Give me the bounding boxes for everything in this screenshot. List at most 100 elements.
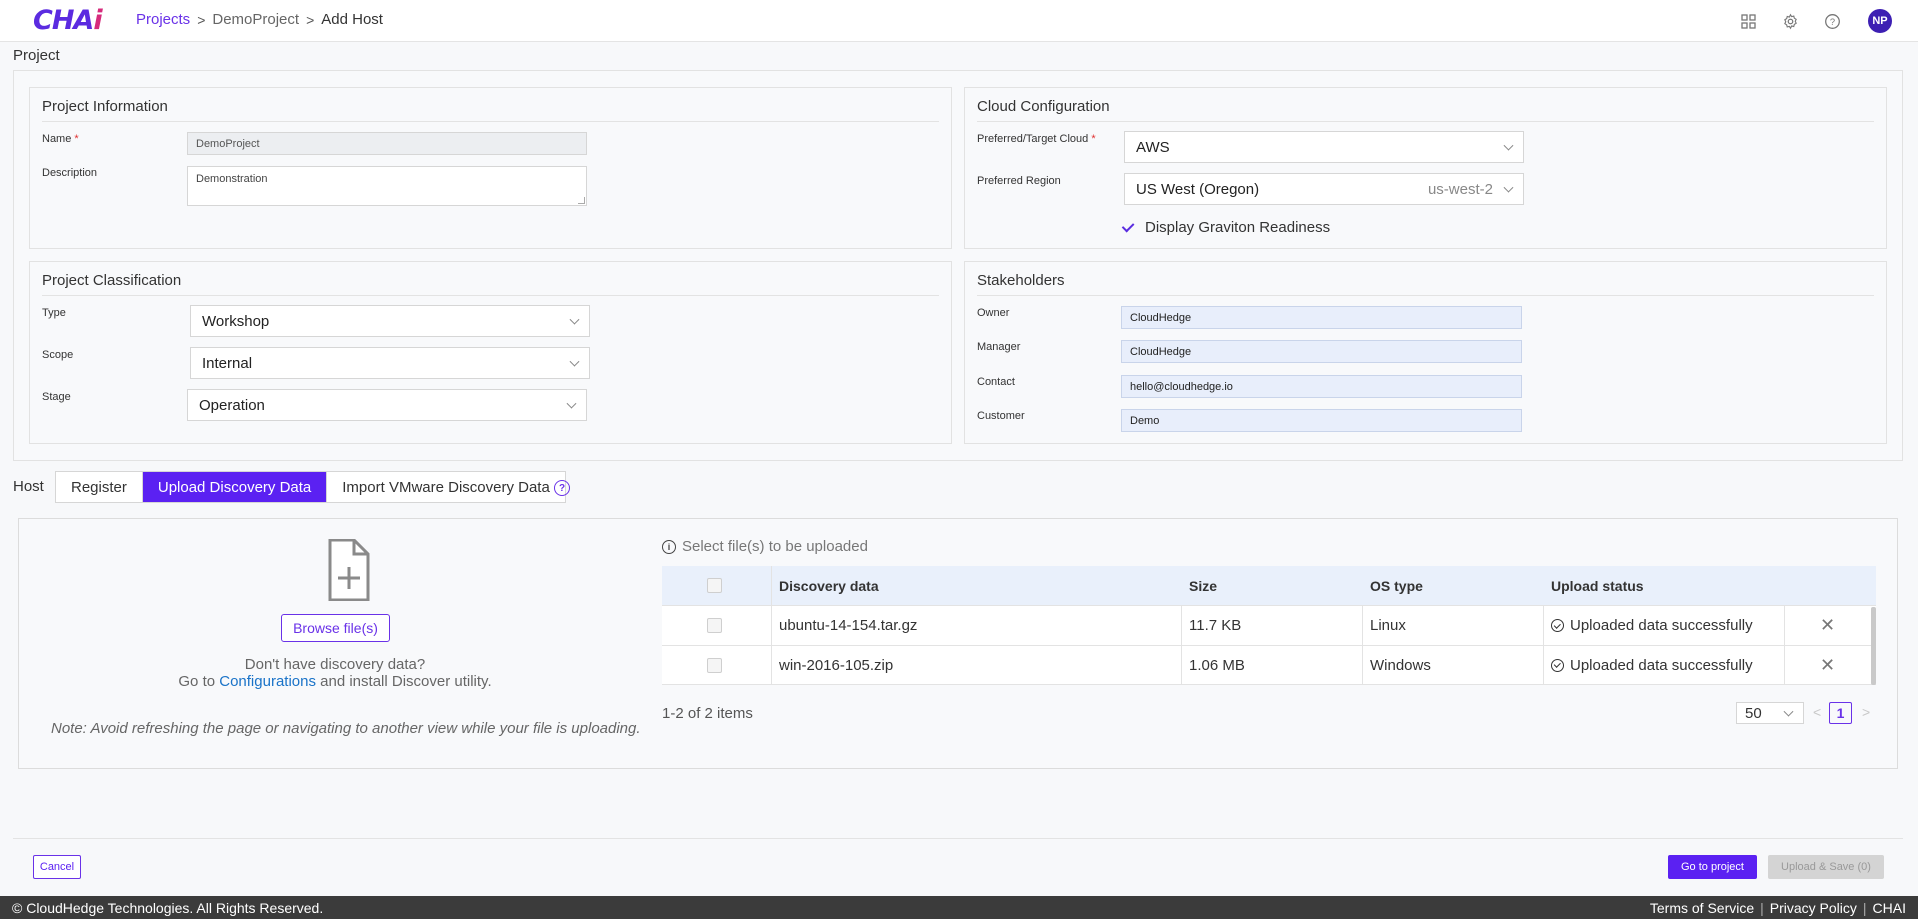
description-field[interactable]: Demonstration: [187, 166, 587, 206]
select-all-checkbox[interactable]: [707, 566, 722, 605]
chevron-down-icon: [569, 314, 580, 325]
cancel-button[interactable]: Cancel: [33, 855, 81, 879]
row-checkbox[interactable]: [707, 646, 722, 684]
divider: [13, 838, 1903, 839]
region-select[interactable]: US West (Oregon) us-west-2: [1124, 173, 1524, 205]
graviton-readiness-toggle[interactable]: Display Graviton Readiness: [1121, 219, 1331, 236]
table-row: ubuntu-14-154.tar.gz 11.7 KB Linux Uploa…: [662, 606, 1876, 646]
page-number[interactable]: 1: [1829, 702, 1852, 724]
file-name: ubuntu-14-154.tar.gz: [779, 617, 918, 634]
breadcrumb-separator: >: [306, 11, 315, 28]
column-size[interactable]: Size: [1189, 566, 1217, 605]
avatar[interactable]: NP: [1868, 9, 1892, 33]
type-select[interactable]: Workshop: [190, 305, 590, 337]
region-label: Preferred Region: [977, 175, 1061, 187]
table-row: win-2016-105.zip 1.06 MB Windows Uploade…: [662, 646, 1876, 685]
panel-title: Project Classification: [42, 272, 182, 289]
divider: [977, 121, 1874, 122]
file-add-icon: [292, 538, 398, 604]
stage-select[interactable]: Operation: [187, 389, 587, 421]
region-code: us-west-2: [1427, 180, 1493, 198]
go-to-project-button[interactable]: Go to project: [1668, 855, 1757, 879]
chai-logo[interactable]: CHAi: [33, 5, 103, 36]
host-label: Host: [13, 478, 44, 495]
resize-handle-icon[interactable]: [578, 197, 585, 204]
column-os-type[interactable]: OS type: [1370, 566, 1423, 605]
table-scrollbar[interactable]: [1871, 607, 1876, 685]
table-header: Discovery data Size OS type Upload statu…: [662, 566, 1876, 606]
items-count: 1-2 of 2 items: [662, 705, 753, 722]
chevron-down-icon: [1783, 706, 1794, 717]
customer-label: Customer: [977, 410, 1025, 422]
help-icon[interactable]: ?: [1824, 13, 1841, 30]
prev-page-button[interactable]: <: [1813, 704, 1821, 720]
configurations-link[interactable]: Configurations: [219, 673, 316, 690]
os-type: Windows: [1370, 656, 1431, 674]
graviton-label: Display Graviton Readiness: [1145, 219, 1331, 236]
breadcrumb-project[interactable]: DemoProject: [212, 11, 299, 28]
remove-file-button[interactable]: ✕: [1820, 646, 1835, 684]
tab-register[interactable]: Register: [56, 472, 143, 502]
upload-status: Uploaded data successfully: [1551, 646, 1753, 684]
terms-link[interactable]: Terms of Service: [1650, 900, 1754, 916]
gear-icon[interactable]: [1782, 13, 1799, 30]
breadcrumb: Projects > DemoProject > Add Host: [136, 11, 383, 28]
upload-note: Note: Avoid refreshing the page or navig…: [51, 720, 641, 737]
manager-field[interactable]: CloudHedge: [1121, 340, 1522, 363]
info-icon: i: [662, 539, 676, 554]
cloud-configuration-panel: Cloud Configuration: [964, 87, 1887, 249]
checkmark-icon: [1121, 219, 1135, 233]
file-size: 1.06 MB: [1189, 656, 1245, 674]
configurations-hint: Go to Configurations and install Discove…: [178, 673, 492, 690]
scope-select[interactable]: Internal: [190, 347, 590, 379]
panel-title: Cloud Configuration: [977, 98, 1110, 115]
tab-upload-discovery-data[interactable]: Upload Discovery Data: [142, 472, 328, 502]
tab-import-vmware-discovery-data[interactable]: Import VMware Discovery Data: [327, 472, 565, 502]
row-checkbox[interactable]: [707, 606, 722, 645]
upload-status: Uploaded data successfully: [1551, 606, 1753, 645]
type-label: Type: [42, 307, 66, 319]
column-upload-status[interactable]: Upload status: [1551, 566, 1644, 605]
footer-links: Terms of Service | Privacy Policy | CHAI: [1649, 900, 1906, 916]
grid-icon[interactable]: [1740, 13, 1757, 30]
breadcrumb-separator: >: [197, 11, 206, 28]
name-field: DemoProject: [187, 132, 587, 155]
contact-label: Contact: [977, 376, 1015, 388]
browse-files-button[interactable]: Browse file(s): [281, 614, 390, 642]
scope-label: Scope: [42, 349, 74, 361]
target-cloud-select[interactable]: AWS: [1124, 131, 1524, 163]
owner-label: Owner: [977, 307, 1010, 319]
help-icon[interactable]: ?: [554, 480, 570, 496]
owner-field[interactable]: CloudHedge: [1121, 306, 1522, 329]
chevron-down-icon: [569, 356, 580, 367]
file-size: 11.7 KB: [1189, 617, 1242, 634]
divider: [42, 295, 939, 296]
os-type: Linux: [1370, 617, 1406, 634]
panel-title: Stakeholders: [977, 272, 1065, 289]
svg-text:?: ?: [1830, 17, 1835, 27]
stage-label: Stage: [42, 391, 71, 403]
footer: © CloudHedge Technologies. All Rights Re…: [0, 896, 1918, 919]
chai-link[interactable]: CHAI: [1873, 900, 1906, 916]
remove-file-button[interactable]: ✕: [1820, 606, 1835, 645]
manager-label: Manager: [977, 341, 1021, 353]
select-files-hint: i Select file(s) to be uploaded: [662, 538, 868, 555]
page-size-select[interactable]: 50: [1736, 702, 1804, 724]
privacy-link[interactable]: Privacy Policy: [1770, 900, 1857, 916]
next-page-button[interactable]: >: [1862, 704, 1870, 720]
app-header: CHAi Projects > DemoProject > Add Host ?…: [0, 0, 1918, 42]
chevron-down-icon: [1503, 140, 1514, 151]
column-discovery-data[interactable]: Discovery data: [779, 566, 879, 605]
no-data-text: Don't have discovery data?: [244, 656, 426, 673]
target-cloud-label: Preferred/Target Cloud *: [977, 133, 1096, 145]
host-tabs: Register Upload Discovery Data Import VM…: [55, 471, 566, 503]
name-label: Name *: [42, 133, 79, 145]
divider: [977, 295, 1874, 296]
file-name: win-2016-105.zip: [779, 656, 894, 674]
chevron-down-icon: [1503, 182, 1514, 193]
contact-field[interactable]: hello@cloudhedge.io: [1121, 375, 1522, 398]
customer-field[interactable]: Demo: [1121, 409, 1522, 432]
panel-title: Project Information: [42, 98, 168, 115]
upload-save-button[interactable]: Upload & Save (0): [1768, 855, 1884, 879]
breadcrumb-projects[interactable]: Projects: [136, 11, 190, 28]
